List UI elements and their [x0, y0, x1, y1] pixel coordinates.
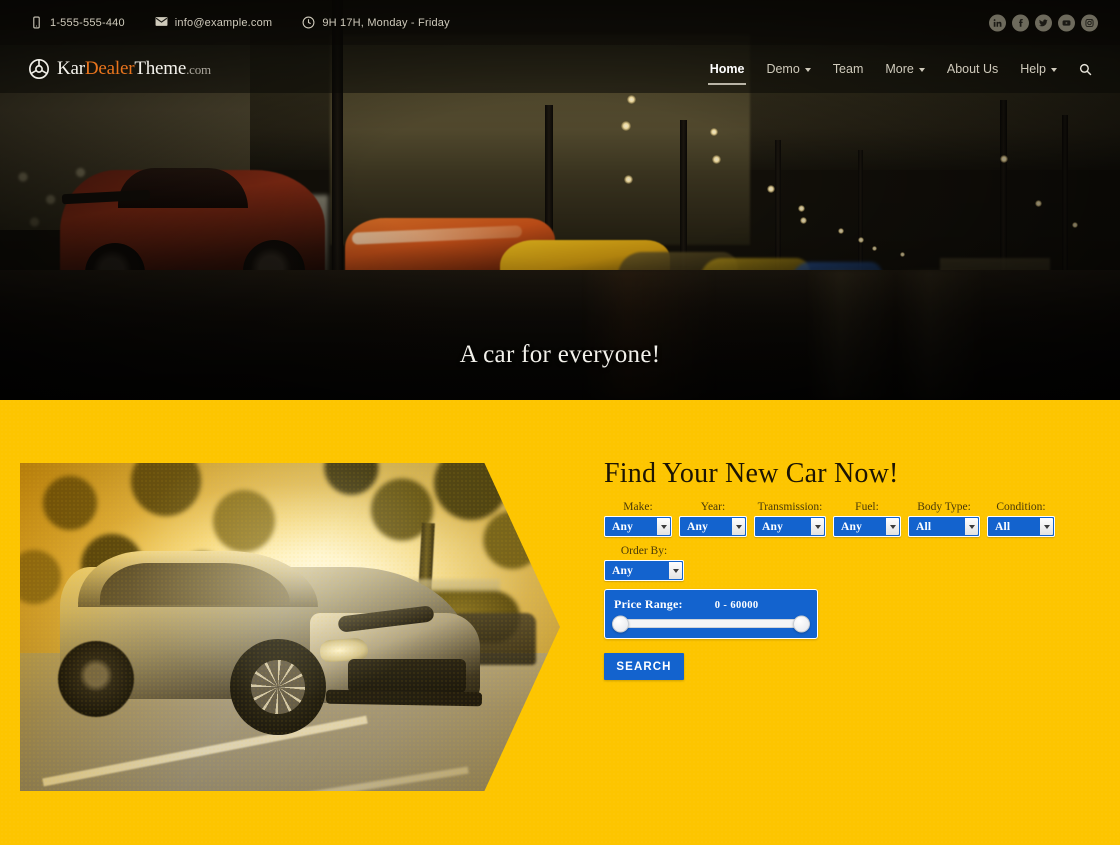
filter-row-primary: Make: Any Year: Any Transmission: Any Fu… — [604, 501, 1074, 537]
form-title: Find Your New Car Now! — [604, 458, 899, 489]
transmission-select-value: Any — [762, 520, 784, 533]
topbar-hours: 9H 17H, Monday - Friday — [302, 16, 450, 29]
nav-item-more[interactable]: More — [874, 56, 935, 82]
body-type-select[interactable]: All — [908, 516, 980, 537]
chevron-down-icon — [804, 68, 811, 72]
chevron-down-icon — [965, 518, 978, 535]
fuel-select[interactable]: Any — [833, 516, 901, 537]
chevron-down-icon — [669, 562, 682, 579]
filter-year: Year: Any — [679, 501, 747, 537]
topbar-hours-text: 9H 17H, Monday - Friday — [322, 16, 450, 29]
car-search-form: Find Your New Car Now! Make: Any Year: A… — [604, 458, 1074, 680]
nav-item-about-us[interactable]: About Us — [936, 56, 1009, 82]
logo-part-theme: Theme — [134, 58, 187, 79]
nav-item-label: Demo — [766, 62, 800, 76]
phone-icon — [30, 16, 43, 29]
topbar-phone[interactable]: 1-555-555-440 — [30, 16, 125, 29]
filter-body-type-label: Body Type: — [917, 501, 971, 513]
filter-fuel-label: Fuel: — [855, 501, 879, 513]
price-range-header: Price Range: 0 - 60000 — [614, 597, 808, 612]
nav-item-demo[interactable]: Demo — [755, 56, 821, 82]
filter-order-by: Order By: Any — [604, 545, 684, 581]
main-navigation: Home Demo Team More About Us Help — [699, 56, 1100, 85]
topbar-email[interactable]: info@example.com — [155, 16, 273, 29]
make-select-value: Any — [612, 520, 634, 533]
filter-condition-label: Condition: — [996, 501, 1046, 513]
chevron-down-icon — [811, 518, 824, 535]
nav-item-label: More — [885, 62, 914, 76]
topbar-phone-text: 1-555-555-440 — [50, 16, 125, 29]
condition-select-value: All — [995, 520, 1011, 533]
nav-item-label: About Us — [946, 62, 999, 76]
price-range-label: Price Range: — [614, 597, 683, 611]
fuel-select-value: Any — [841, 520, 863, 533]
filter-condition: Condition: All — [987, 501, 1055, 537]
transmission-select[interactable]: Any — [754, 516, 826, 537]
clock-icon — [302, 16, 315, 29]
chevron-down-icon — [1040, 518, 1053, 535]
twitter-icon[interactable] — [1035, 14, 1052, 31]
filter-body-type: Body Type: All — [908, 501, 980, 537]
nav-item-help[interactable]: Help — [1009, 56, 1068, 82]
make-select[interactable]: Any — [604, 516, 672, 537]
price-range-slider[interactable] — [612, 615, 810, 632]
chevron-down-icon — [732, 518, 745, 535]
nav-item-home[interactable]: Home — [699, 56, 756, 85]
filter-order-by-label: Order By: — [620, 545, 668, 557]
featured-car-photo — [20, 463, 560, 791]
chevron-down-icon — [1051, 68, 1057, 72]
facebook-icon[interactable] — [1012, 14, 1029, 31]
filter-transmission-label: Transmission: — [757, 501, 823, 513]
topbar: 1-555-555-440 info@example.com 9H 17H, M… — [0, 0, 1120, 45]
featured-car-image — [20, 463, 560, 791]
year-select-value: Any — [687, 520, 709, 533]
site-logo[interactable]: KarDealerTheme.com — [28, 58, 211, 80]
chevron-down-icon — [918, 68, 925, 72]
order-by-select-value: Any — [612, 564, 634, 577]
chevron-down-icon — [657, 518, 670, 535]
price-range-min-handle[interactable] — [612, 615, 629, 632]
envelope-icon — [155, 16, 168, 29]
social-links — [989, 14, 1098, 31]
filter-make-label: Make: — [623, 501, 653, 513]
filter-fuel: Fuel: Any — [833, 501, 901, 537]
filter-year-label: Year: — [700, 501, 726, 513]
search-button[interactable]: SEARCH — [604, 653, 684, 680]
year-select[interactable]: Any — [679, 516, 747, 537]
condition-select[interactable]: All — [987, 516, 1055, 537]
price-range-max-handle[interactable] — [793, 615, 810, 632]
logo-part-com: .com — [186, 62, 211, 77]
instagram-icon[interactable] — [1081, 14, 1098, 31]
topbar-email-text: info@example.com — [174, 16, 273, 29]
nav-item-label: Team — [832, 62, 864, 76]
price-range-panel: Price Range: 0 - 60000 — [604, 589, 818, 639]
page-root: A car for everyone! 1-555-555-440 info@e… — [0, 0, 1120, 845]
nav-item-label: Home — [709, 62, 745, 76]
youtube-icon[interactable] — [1058, 14, 1075, 31]
body-type-select-value: All — [916, 520, 932, 533]
price-range-value: 0 - 60000 — [714, 600, 759, 611]
filter-transmission: Transmission: Any — [754, 501, 826, 537]
logo-part-dealer: Dealer — [84, 58, 135, 79]
order-by-select[interactable]: Any — [604, 560, 684, 581]
site-logo-text: KarDealerTheme.com — [57, 58, 211, 80]
filter-make: Make: Any — [604, 501, 672, 537]
steering-wheel-icon — [28, 58, 50, 80]
nav-item-label: Help — [1020, 62, 1046, 76]
logo-part-kar: Kar — [57, 58, 85, 79]
filter-row-secondary: Order By: Any — [604, 545, 1074, 581]
search-icon[interactable] — [1068, 57, 1100, 82]
photo-dot-pattern — [20, 463, 560, 791]
site-header: KarDealerTheme.com Home Demo Team More A… — [0, 45, 1120, 93]
linkedin-icon[interactable] — [989, 14, 1006, 31]
chevron-down-icon — [886, 518, 899, 535]
nav-item-team[interactable]: Team — [822, 56, 875, 82]
hero-caption: A car for everyone! — [459, 341, 661, 368]
